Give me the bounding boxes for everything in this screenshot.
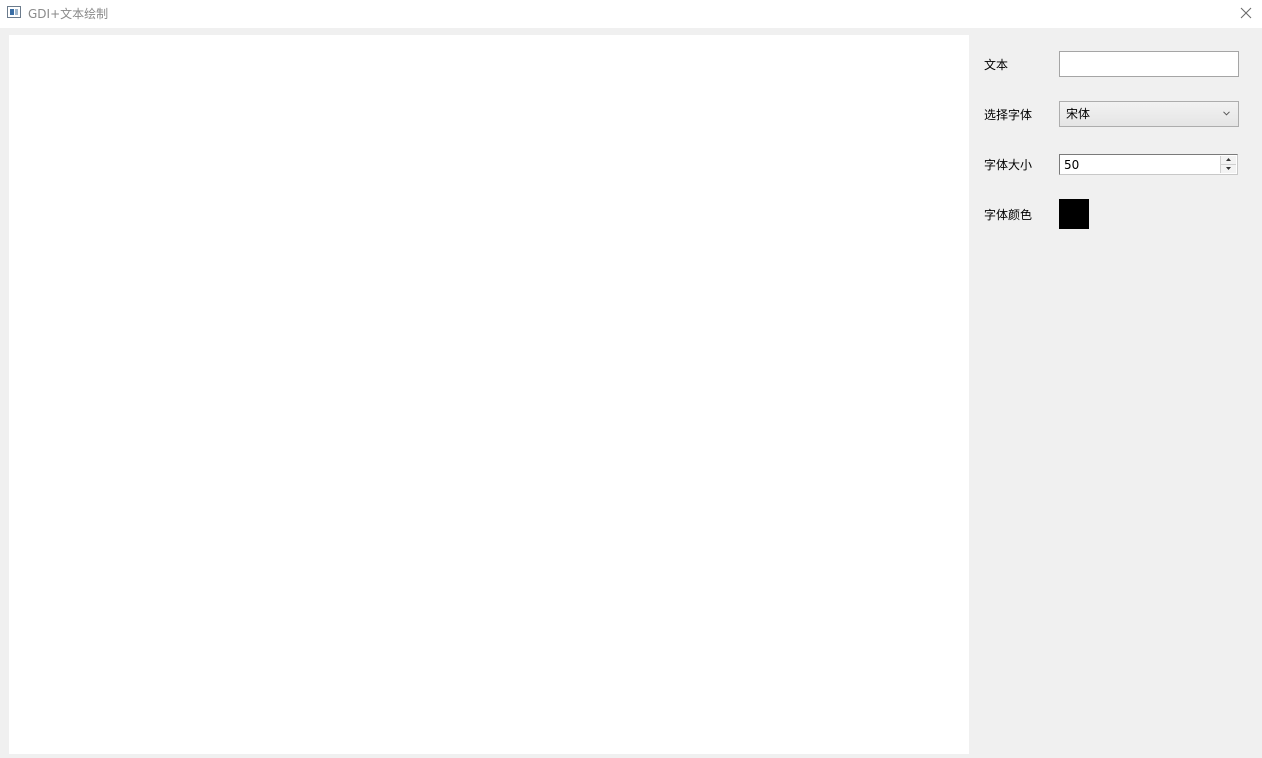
drawing-canvas[interactable] xyxy=(9,35,969,754)
close-icon xyxy=(1240,7,1252,19)
font-size-spinbox[interactable]: 50 xyxy=(1059,154,1238,175)
spin-up-button[interactable] xyxy=(1221,156,1236,165)
text-input[interactable] xyxy=(1059,51,1239,77)
font-size-value: 50 xyxy=(1064,158,1080,172)
font-label: 选择字体 xyxy=(984,108,1033,122)
close-button[interactable] xyxy=(1230,0,1262,28)
app-window: GDI+文本绘制 文本 选择字体 宋体 字体大小 50 字体颜色 xyxy=(0,0,1262,758)
font-select-value: 宋体 xyxy=(1066,107,1091,121)
size-label: 字体大小 xyxy=(984,158,1033,172)
chevron-down-icon xyxy=(1223,111,1230,116)
spin-buttons xyxy=(1220,156,1236,173)
title-bar: GDI+文本绘制 xyxy=(0,0,1262,28)
window-title: GDI+文本绘制 xyxy=(28,7,109,21)
spin-down-arrow-icon xyxy=(1226,167,1231,170)
font-select[interactable]: 宋体 xyxy=(1059,101,1239,127)
spin-up-arrow-icon xyxy=(1226,158,1231,161)
spin-down-button[interactable] xyxy=(1221,165,1236,173)
font-color-swatch[interactable] xyxy=(1059,199,1089,229)
color-label: 字体颜色 xyxy=(984,208,1033,222)
app-window-icon xyxy=(7,6,21,18)
text-label: 文本 xyxy=(984,58,1009,72)
